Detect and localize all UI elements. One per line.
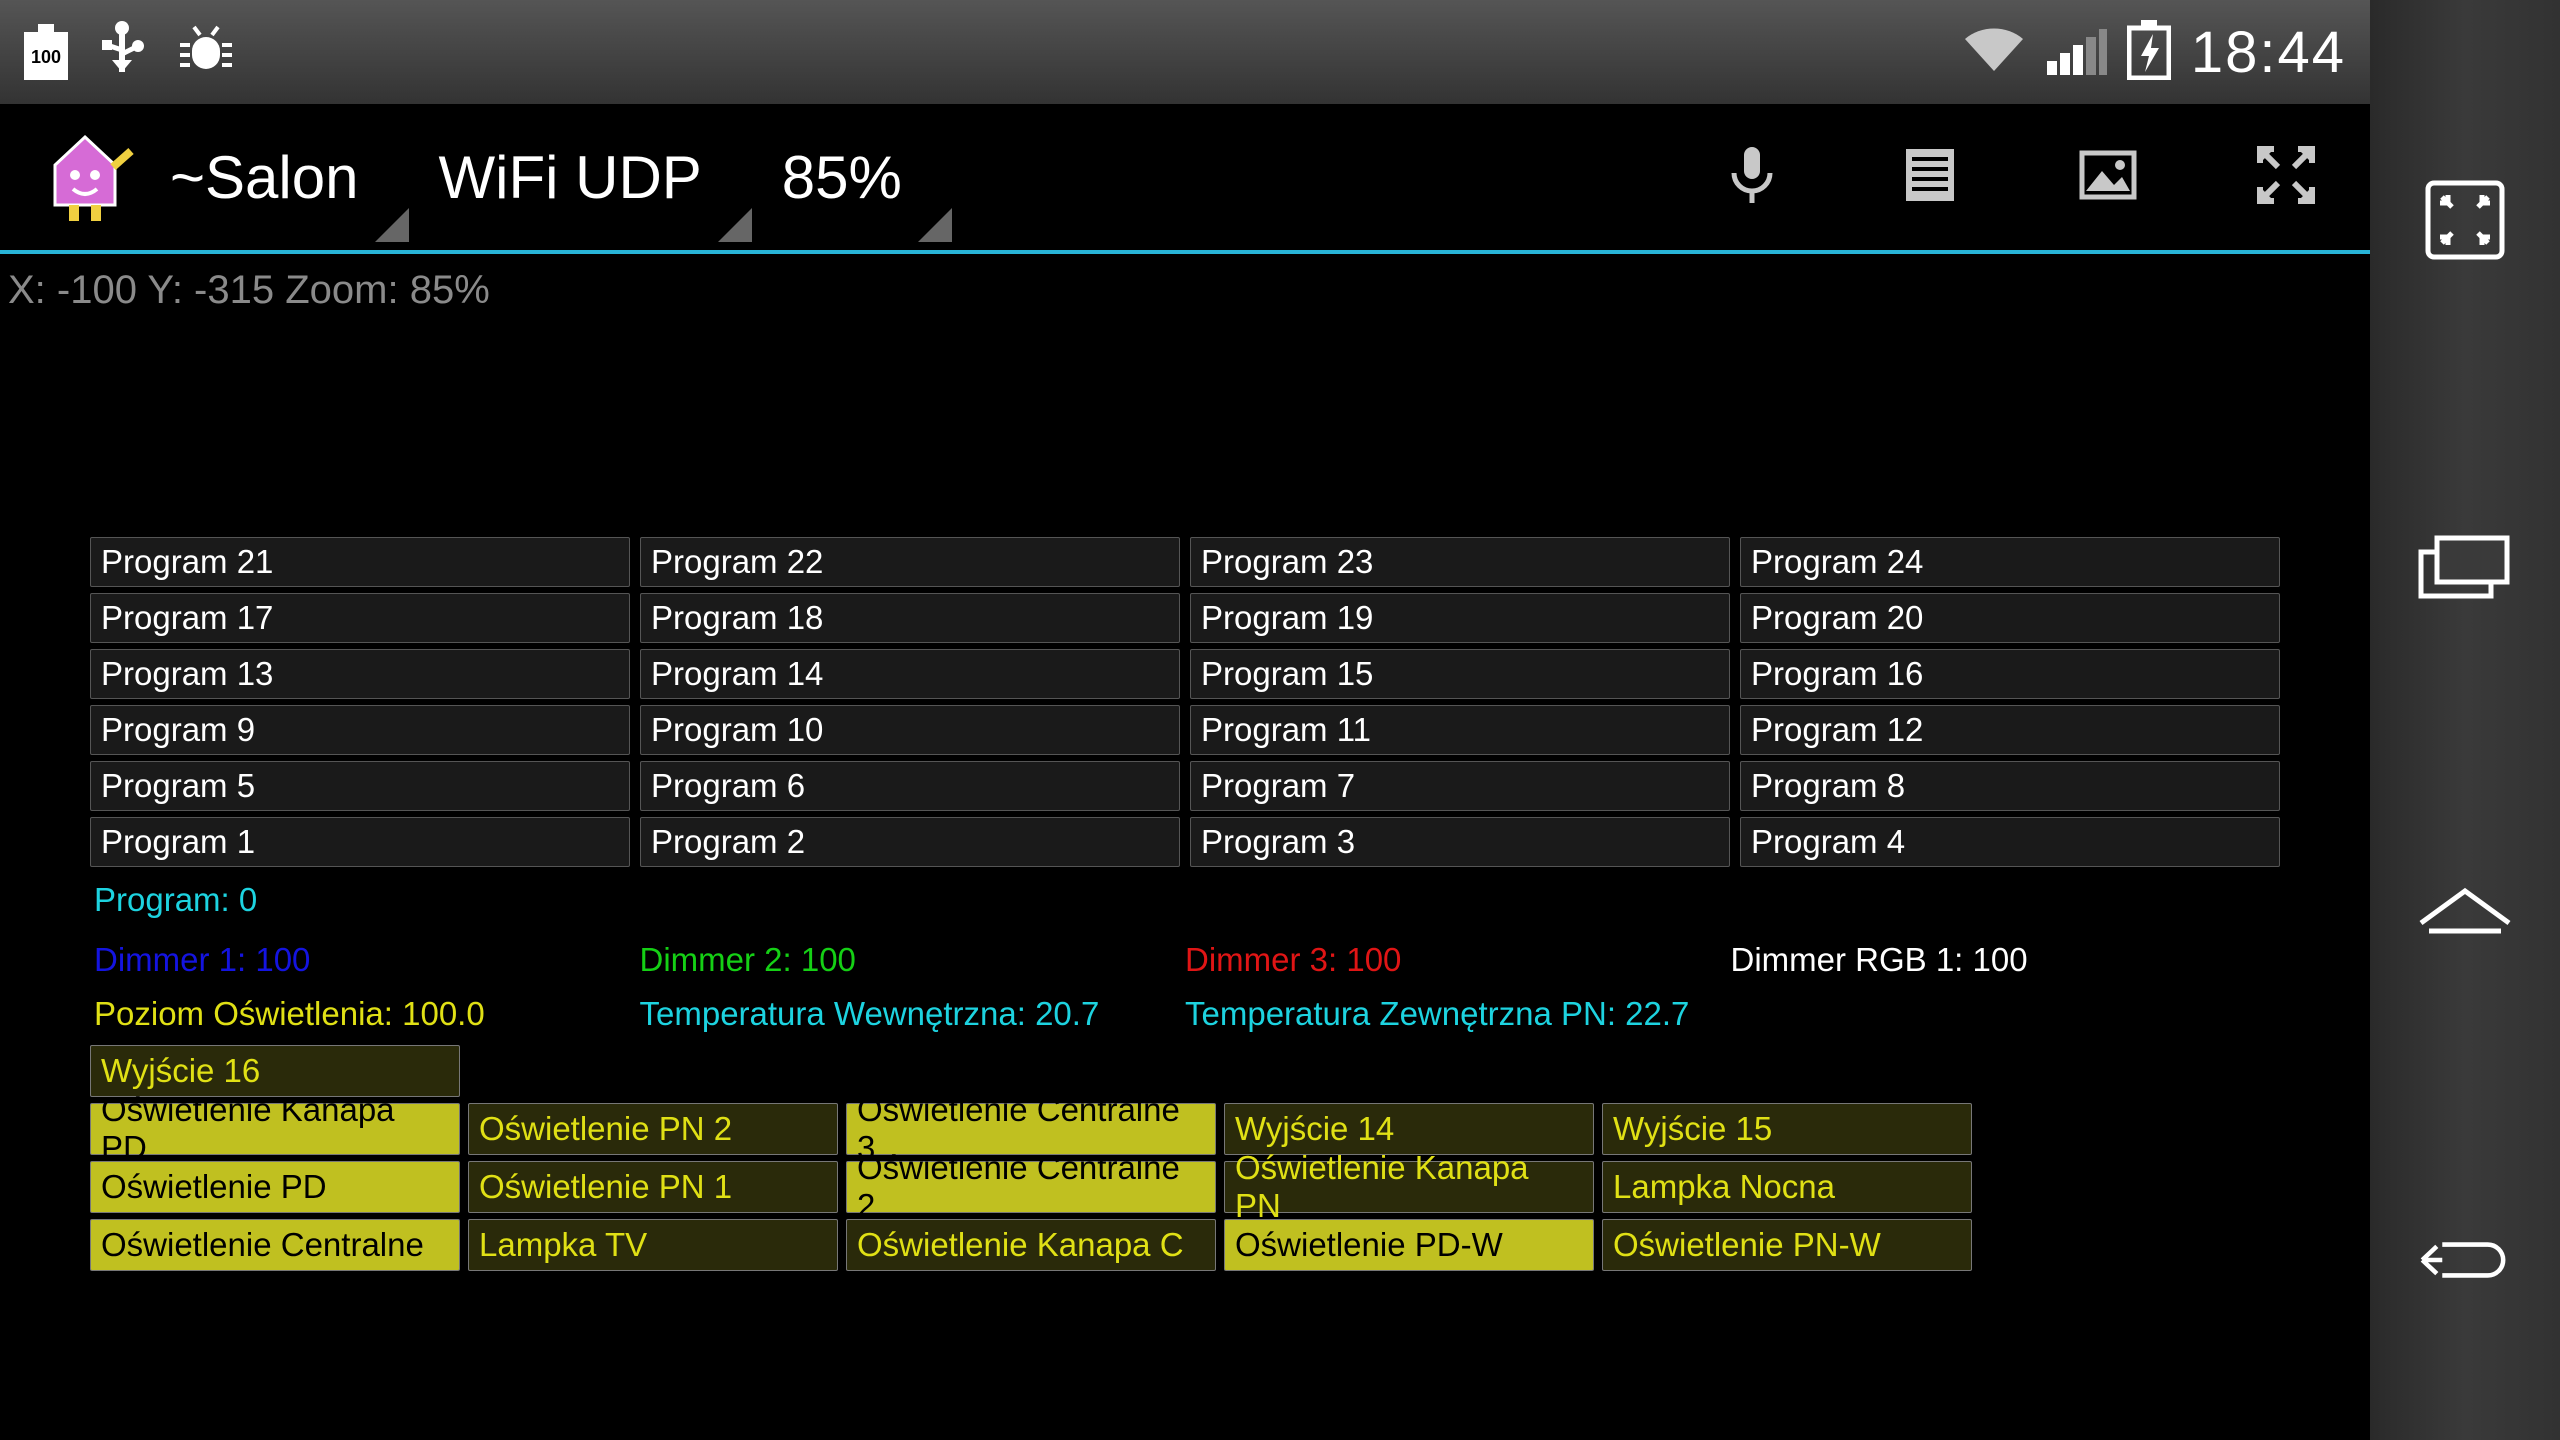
program-button[interactable]: Program 9 <box>90 705 630 755</box>
program-button[interactable]: Program 11 <box>1190 705 1730 755</box>
dimmer-1: Dimmer 1: 100 <box>94 941 640 979</box>
program-grid: Program 21Program 22Program 23Program 24… <box>90 537 2280 867</box>
program-button[interactable]: Program 17 <box>90 593 630 643</box>
battery-level-text: 100 <box>24 47 68 68</box>
connection-label: WiFi UDP <box>439 143 702 212</box>
battery-full-icon: 100 <box>24 24 68 80</box>
program-button[interactable]: Program 1 <box>90 817 630 867</box>
clock: 18:44 <box>2191 19 2346 86</box>
android-debug-icon <box>176 23 236 82</box>
output-button[interactable]: Lampka Nocna <box>1602 1161 1972 1213</box>
output-button[interactable]: Oświetlenie Kanapa PN <box>1224 1161 1594 1213</box>
home-icon[interactable] <box>2415 873 2515 953</box>
back-icon[interactable] <box>2415 1220 2515 1300</box>
wifi-icon <box>1961 25 2027 80</box>
output-button[interactable]: Oświetlenie PN 1 <box>468 1161 838 1213</box>
android-status-bar: 100 18:44 <box>0 0 2370 104</box>
output-grid: Oświetlenie Kanapa PDOświetlenie PN 2Ośw… <box>90 1103 2280 1271</box>
program-button[interactable]: Program 24 <box>1740 537 2280 587</box>
zoom-spinner[interactable]: 85% <box>752 112 952 242</box>
program-button[interactable]: Program 3 <box>1190 817 1730 867</box>
coordinates-readout: X: -100 Y: -315 Zoom: 85% <box>0 254 2370 327</box>
program-button[interactable]: Program 12 <box>1740 705 2280 755</box>
program-button[interactable]: Program 5 <box>90 761 630 811</box>
output-button[interactable]: Oświetlenie Centralne 2 <box>846 1161 1216 1213</box>
output-button[interactable]: Oświetlenie PD <box>90 1161 460 1213</box>
signal-icon <box>2047 25 2107 80</box>
room-label: ~Salon <box>170 143 359 212</box>
fullscreen-icon[interactable] <box>2252 141 2320 214</box>
dimmer-2: Dimmer 2: 100 <box>640 941 1186 979</box>
program-button[interactable]: Program 2 <box>640 817 1180 867</box>
program-button[interactable]: Program 7 <box>1190 761 1730 811</box>
program-button[interactable]: Program 6 <box>640 761 1180 811</box>
output-button[interactable]: Lampka TV <box>468 1219 838 1271</box>
program-button[interactable]: Program 13 <box>90 649 630 699</box>
temp-indoor: Temperatura Wewnętrzna: 20.7 <box>640 995 1186 1033</box>
output-button[interactable]: Oświetlenie PN-W <box>1602 1219 1972 1271</box>
program-button[interactable]: Program 18 <box>640 593 1180 643</box>
program-button[interactable]: Program 14 <box>640 649 1180 699</box>
program-button[interactable]: Program 19 <box>1190 593 1730 643</box>
control-canvas[interactable]: Program 21Program 22Program 23Program 24… <box>0 537 2370 1271</box>
connection-spinner[interactable]: WiFi UDP <box>409 112 752 242</box>
program-button[interactable]: Program 22 <box>640 537 1180 587</box>
output-button[interactable]: Wyjście 15 <box>1602 1103 1972 1155</box>
output-row-single: Wyjście 16 <box>90 1045 2280 1097</box>
output-button[interactable]: Wyjście 14 <box>1224 1103 1594 1155</box>
sensor-row: Poziom Oświetlenia: 100.0 Temperatura We… <box>90 987 2280 1041</box>
output-button[interactable]: Oświetlenie PD-W <box>1224 1219 1594 1271</box>
list-icon[interactable] <box>1896 141 1964 214</box>
output-button[interactable]: Oświetlenie Centralne <box>90 1219 460 1271</box>
output-button[interactable]: Wyjście 16 <box>90 1045 460 1097</box>
collapse-icon[interactable] <box>2415 180 2515 260</box>
program-button[interactable]: Program 21 <box>90 537 630 587</box>
recent-apps-icon[interactable] <box>2415 527 2515 607</box>
program-status: Program: 0 <box>90 867 2280 933</box>
app-logo-icon[interactable] <box>30 122 140 232</box>
program-button[interactable]: Program 16 <box>1740 649 2280 699</box>
light-level: Poziom Oświetlenia: 100.0 <box>94 995 640 1033</box>
zoom-label: 85% <box>782 143 902 212</box>
program-button[interactable]: Program 23 <box>1190 537 1730 587</box>
dimmer-3: Dimmer 3: 100 <box>1185 941 1731 979</box>
program-button[interactable]: Program 20 <box>1740 593 2280 643</box>
program-button[interactable]: Program 4 <box>1740 817 2280 867</box>
dimmer-row: Dimmer 1: 100 Dimmer 2: 100 Dimmer 3: 10… <box>90 933 2280 987</box>
output-button[interactable]: Oświetlenie Kanapa PD <box>90 1103 460 1155</box>
output-button[interactable]: Oświetlenie Centralne 3 <box>846 1103 1216 1155</box>
output-button[interactable]: Oświetlenie Kanapa C <box>846 1219 1216 1271</box>
dimmer-rgb: Dimmer RGB 1: 100 <box>1731 941 2277 979</box>
microphone-icon[interactable] <box>1718 141 1786 214</box>
room-spinner[interactable]: ~Salon <box>140 112 409 242</box>
output-button[interactable]: Oświetlenie PN 2 <box>468 1103 838 1155</box>
battery-charging-icon <box>2127 20 2171 85</box>
image-icon[interactable] <box>2074 141 2142 214</box>
program-button[interactable]: Program 10 <box>640 705 1180 755</box>
usb-icon <box>100 20 144 85</box>
android-nav-bar <box>2370 0 2560 1440</box>
app-toolbar: ~Salon WiFi UDP 85% <box>0 104 2370 254</box>
temp-outdoor: Temperatura Zewnętrzna PN: 22.7 <box>1185 995 1731 1033</box>
program-button[interactable]: Program 8 <box>1740 761 2280 811</box>
program-button[interactable]: Program 15 <box>1190 649 1730 699</box>
